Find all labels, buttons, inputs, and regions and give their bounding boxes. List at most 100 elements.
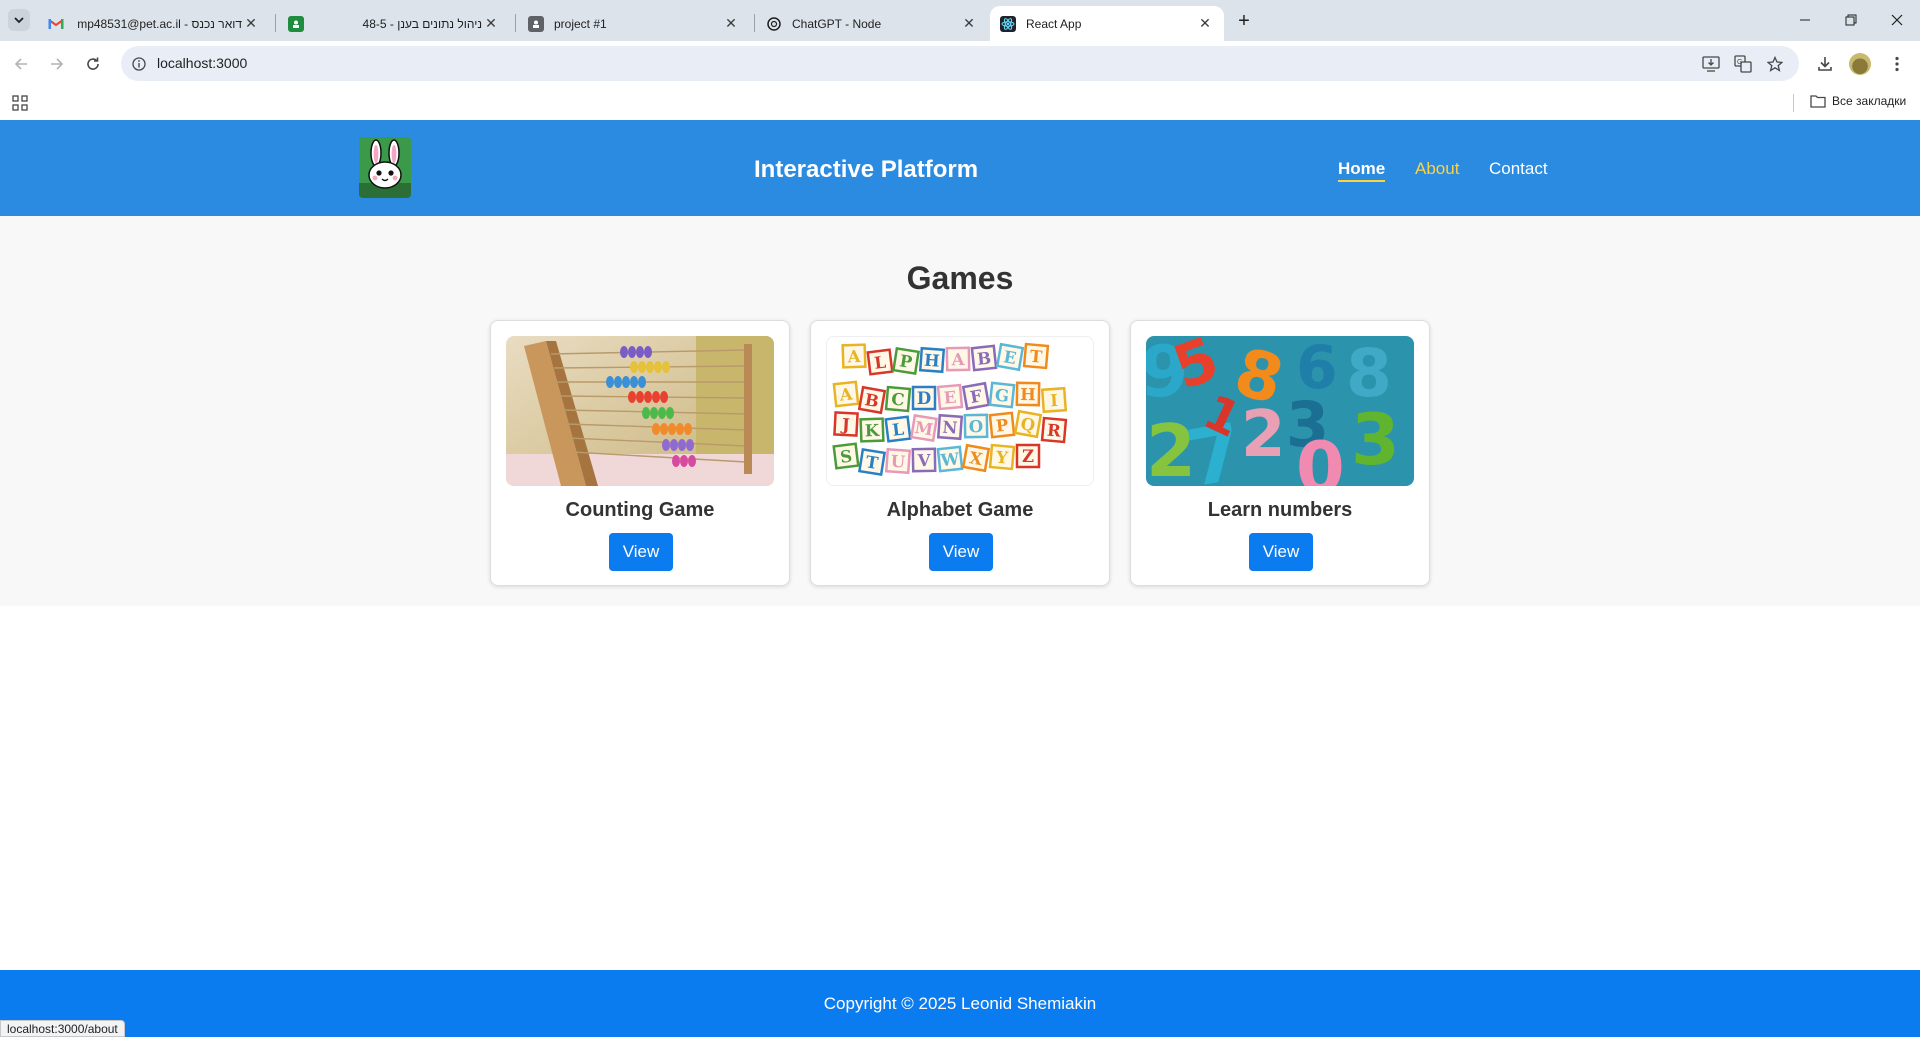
game-card-alphabet: ALPHABETABCDEFGHIJKLMNOPQRSTUVWXYZ Alpha…	[810, 320, 1110, 586]
svg-text:O: O	[969, 417, 984, 436]
games-heading: Games	[906, 260, 1014, 296]
site-header: Interactive Platform Home About Contact	[0, 120, 1920, 216]
browser-tab-strip: דואר נכנס - mp48531@pet.ac.il ✕ ניהול נת…	[0, 0, 1920, 41]
site-info-icon[interactable]	[129, 54, 149, 74]
close-icon[interactable]: ✕	[960, 15, 978, 33]
colorful-numbers-image: 9 5 8 6 8 2 7 2 3 3 0 1	[1146, 336, 1414, 486]
tab-title: ChatGPT - Node	[792, 16, 882, 31]
restore-icon	[1845, 14, 1857, 26]
svg-text:Y: Y	[994, 448, 1009, 468]
apps-grid-icon[interactable]	[12, 95, 28, 111]
nav-home[interactable]: Home	[1338, 159, 1386, 182]
svg-text:2: 2	[1241, 398, 1286, 472]
svg-text:A: A	[846, 347, 861, 366]
tab-title: React App	[1026, 16, 1082, 31]
tab-classroom[interactable]: ניהול נתונים בענן - 48-5 ✕	[278, 6, 510, 41]
forward-button[interactable]	[44, 51, 70, 77]
gmail-icon	[48, 16, 64, 32]
downloads-button[interactable]	[1814, 53, 1836, 75]
svg-text:Z: Z	[1022, 447, 1034, 466]
close-icon[interactable]: ✕	[722, 15, 740, 33]
minimize-button[interactable]	[1782, 0, 1828, 40]
svg-text:S: S	[839, 446, 853, 466]
bookmark-star-icon[interactable]	[1765, 54, 1785, 74]
arrow-left-icon	[14, 58, 27, 70]
chevron-down-icon	[14, 17, 24, 24]
classroom-icon	[288, 15, 304, 32]
window-close-button[interactable]	[1874, 0, 1920, 40]
tab-separator	[754, 14, 755, 32]
svg-text:G: G	[1737, 59, 1742, 66]
close-icon[interactable]: ✕	[242, 15, 260, 33]
svg-text:N: N	[942, 418, 958, 438]
tab-title: project #1	[554, 16, 607, 31]
svg-text:A: A	[950, 350, 964, 369]
minimize-icon	[1800, 19, 1810, 21]
restore-button[interactable]	[1828, 0, 1874, 40]
react-icon	[1000, 15, 1016, 32]
profile-button[interactable]	[1849, 53, 1871, 75]
view-button[interactable]: View	[929, 533, 993, 571]
games-section: Games Counting Game View A L P H A B E T…	[0, 216, 1920, 606]
download-icon	[1818, 57, 1832, 71]
reload-button[interactable]	[80, 51, 106, 77]
svg-text:I: I	[1050, 391, 1059, 410]
svg-text:H: H	[924, 351, 941, 371]
svg-text:3: 3	[1351, 399, 1400, 481]
tab-title: ניהול נתונים בענן - 48-5	[362, 16, 482, 31]
all-bookmarks-button[interactable]: Все закладки	[1810, 94, 1906, 108]
close-icon	[1891, 14, 1903, 26]
svg-text:C: C	[891, 390, 906, 410]
avatar	[1849, 53, 1871, 75]
bunny-logo[interactable]	[359, 137, 411, 198]
svg-text:M: M	[913, 418, 934, 440]
copyright-text: Copyright © 2025 Leonid Shemiakin	[823, 994, 1097, 1013]
install-app-icon[interactable]	[1701, 54, 1721, 74]
svg-text:T: T	[1029, 347, 1044, 367]
chatgpt-icon	[766, 16, 782, 32]
address-text: localhost:3000	[157, 55, 248, 71]
back-button[interactable]	[8, 51, 34, 77]
game-card-counting: Counting Game View	[490, 320, 790, 586]
new-tab-button[interactable]: +	[1232, 9, 1256, 33]
tab-title: דואר נכנס - mp48531@pet.ac.il	[77, 16, 242, 31]
svg-text:K: K	[865, 421, 881, 441]
close-icon[interactable]: ✕	[482, 15, 500, 33]
svg-text:R: R	[1046, 421, 1062, 441]
tab-search-button[interactable]	[8, 9, 30, 31]
bookmarks-bar: Все закладки	[0, 86, 1920, 120]
reload-icon	[87, 57, 99, 70]
abacus-image	[506, 336, 774, 486]
alphabet-blocks-image: ALPHABETABCDEFGHIJKLMNOPQRSTUVWXYZ	[826, 336, 1094, 486]
svg-text:E: E	[943, 388, 957, 408]
game-card-numbers: 9 5 8 6 8 2 7 2 3 3 0 1 Learn numbers Vi…	[1130, 320, 1430, 586]
bookmarks-separator	[1793, 94, 1794, 112]
card-title: Counting Game	[565, 499, 715, 521]
svg-text:0: 0	[1296, 427, 1345, 486]
svg-text:V: V	[916, 451, 931, 470]
view-button[interactable]: View	[1249, 533, 1313, 571]
site-title: Interactive Platform	[754, 156, 979, 183]
all-bookmarks-label: Все закладки	[1832, 94, 1907, 108]
svg-text:G: G	[994, 385, 1010, 405]
tab-chatgpt[interactable]: ChatGPT - Node ✕	[756, 6, 988, 41]
site-footer: Copyright © 2025 Leonid Shemiakin	[0, 970, 1920, 1037]
portrait-icon	[528, 15, 544, 32]
arrow-right-icon	[51, 58, 64, 70]
svg-text:W: W	[939, 449, 961, 470]
tab-separator	[275, 14, 276, 32]
svg-text:B: B	[976, 348, 992, 368]
tab-gmail[interactable]: דואר נכנס - mp48531@pet.ac.il ✕	[38, 6, 270, 41]
view-button[interactable]: View	[609, 533, 673, 571]
address-bar[interactable]: localhost:3000 G	[121, 46, 1799, 81]
svg-text:D: D	[917, 389, 931, 408]
tab-project[interactable]: project #1 ✕	[518, 6, 750, 41]
translate-icon[interactable]: G	[1733, 54, 1753, 74]
close-icon[interactable]: ✕	[1196, 15, 1214, 33]
browser-menu-button[interactable]	[1886, 53, 1908, 75]
tab-react-app[interactable]: React App ✕	[990, 6, 1224, 41]
nav-about[interactable]: About	[1415, 159, 1459, 179]
status-url-bubble: localhost:3000/about	[0, 1020, 125, 1037]
more-vertical-icon	[1895, 56, 1899, 72]
nav-contact[interactable]: Contact	[1489, 159, 1548, 179]
